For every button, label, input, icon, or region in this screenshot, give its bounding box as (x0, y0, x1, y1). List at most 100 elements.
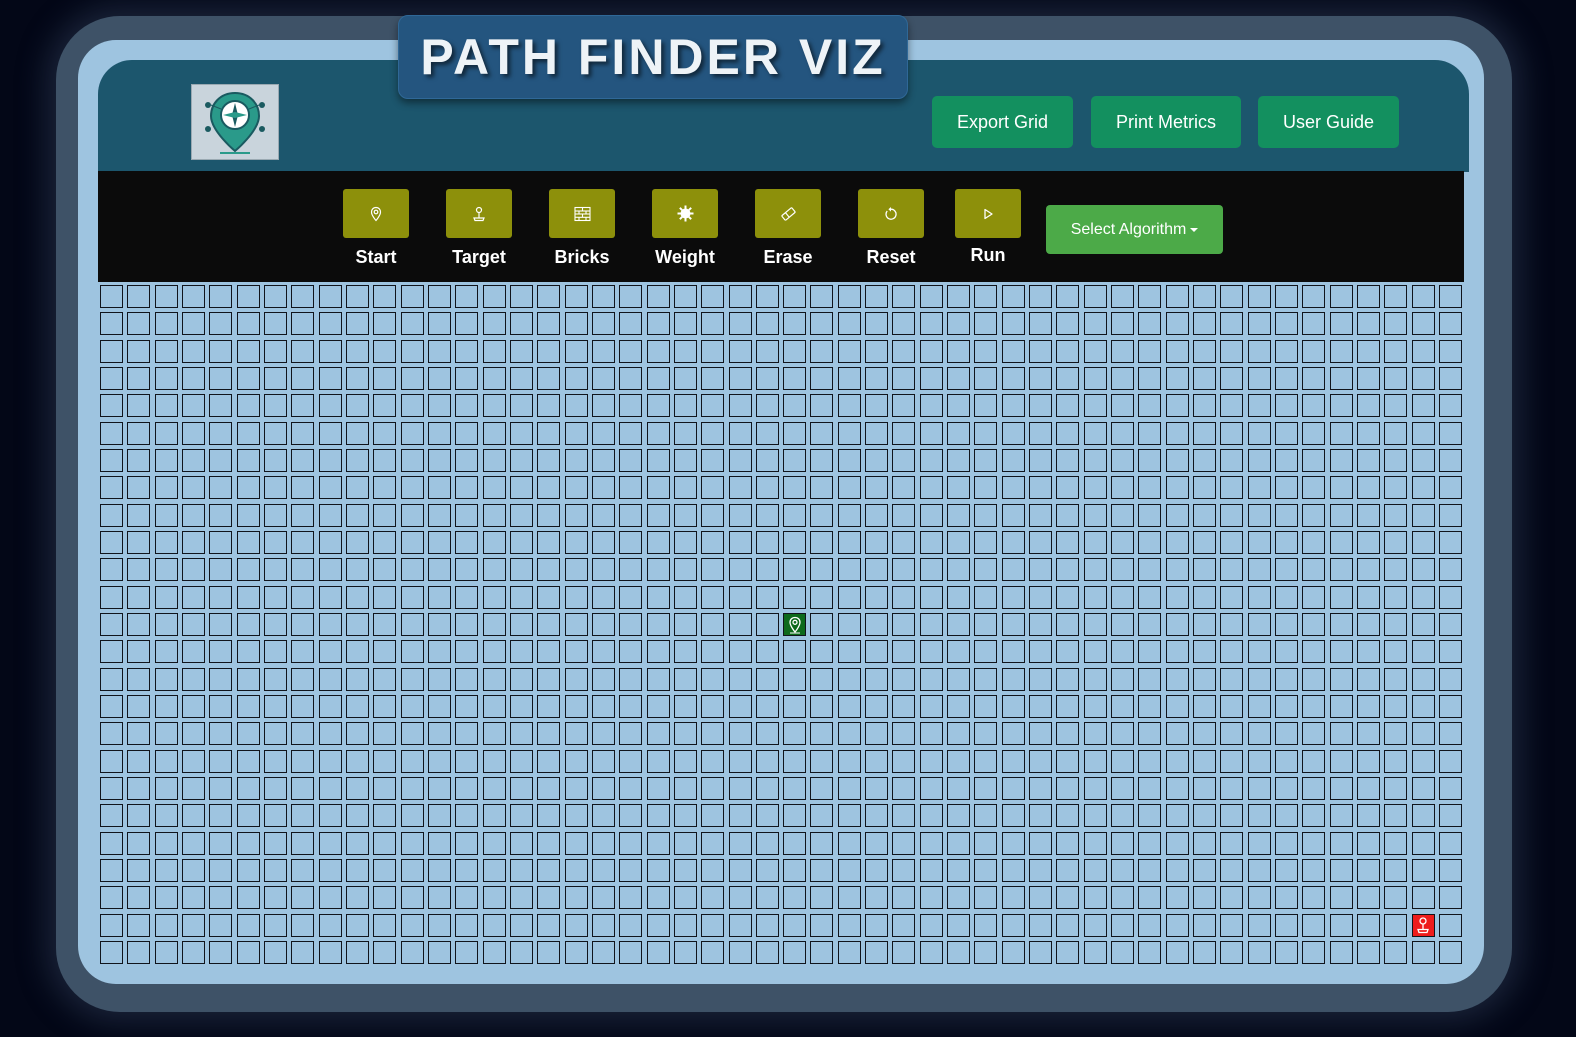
grid-cell[interactable] (1029, 749, 1053, 773)
grid-cell[interactable] (701, 749, 725, 773)
grid-cell[interactable] (1356, 421, 1380, 445)
grid-cell[interactable] (509, 449, 533, 473)
grid-cell[interactable] (1302, 913, 1326, 937)
grid-cell[interactable] (728, 585, 752, 609)
grid-cell[interactable] (1302, 694, 1326, 718)
grid-cell[interactable] (373, 476, 397, 500)
grid-cell[interactable] (318, 640, 342, 664)
grid-cell[interactable] (127, 694, 151, 718)
start-node[interactable] (783, 613, 807, 636)
grid-cell[interactable] (1247, 722, 1271, 746)
grid-cell[interactable] (373, 285, 397, 309)
grid-cell[interactable] (1138, 613, 1162, 636)
grid-cell[interactable] (865, 421, 889, 445)
grid-cell[interactable] (1001, 585, 1025, 609)
grid-cell[interactable] (728, 503, 752, 527)
grid-cell[interactable] (236, 558, 260, 582)
grid-cell[interactable] (127, 449, 151, 473)
grid-cell[interactable] (892, 531, 916, 555)
grid-cell[interactable] (837, 804, 861, 828)
grid-cell[interactable] (209, 886, 233, 910)
grid-cell[interactable] (892, 613, 916, 636)
grid-cell[interactable] (919, 613, 943, 636)
grid-cell[interactable] (783, 886, 807, 910)
grid-cell[interactable] (346, 913, 370, 937)
grid-cell[interactable] (783, 394, 807, 418)
grid-cell[interactable] (455, 503, 479, 527)
grid-cell[interactable] (1329, 831, 1353, 855)
grid-cell[interactable] (564, 476, 588, 500)
grid-cell[interactable] (947, 940, 971, 964)
grid-cell[interactable] (482, 367, 506, 391)
grid-cell[interactable] (1138, 339, 1162, 363)
grid-cell[interactable] (1356, 640, 1380, 664)
grid-cell[interactable] (1247, 531, 1271, 555)
grid-cell[interactable] (291, 886, 315, 910)
grid-cell[interactable] (373, 722, 397, 746)
grid-cell[interactable] (1165, 831, 1189, 855)
grid-cell[interactable] (1220, 749, 1244, 773)
grid-cell[interactable] (100, 476, 124, 500)
grid-cell[interactable] (1356, 749, 1380, 773)
grid-cell[interactable] (291, 367, 315, 391)
grid-cell[interactable] (1356, 394, 1380, 418)
grid-cell[interactable] (291, 421, 315, 445)
grid-cell[interactable] (182, 339, 206, 363)
grid-cell[interactable] (182, 613, 206, 636)
grid-cell[interactable] (619, 421, 643, 445)
grid-cell[interactable] (591, 694, 615, 718)
grid-cell[interactable] (701, 476, 725, 500)
grid-cell[interactable] (154, 285, 178, 309)
grid-cell[interactable] (1329, 449, 1353, 473)
grid-cell[interactable] (783, 312, 807, 336)
grid-cell[interactable] (1083, 776, 1107, 800)
grid-cell[interactable] (428, 503, 451, 527)
grid-cell[interactable] (947, 722, 971, 746)
grid-cell[interactable] (1302, 421, 1326, 445)
grid-cell[interactable] (1192, 749, 1216, 773)
grid-cell[interactable] (1001, 804, 1025, 828)
grid-cell[interactable] (673, 667, 697, 691)
grid-cell[interactable] (591, 585, 615, 609)
grid-cell[interactable] (1274, 694, 1298, 718)
grid-cell[interactable] (1056, 722, 1080, 746)
grid-cell[interactable] (1274, 749, 1298, 773)
grid-cell[interactable] (837, 749, 861, 773)
grid-cell[interactable] (264, 558, 288, 582)
grid-cell[interactable] (428, 913, 451, 937)
grid-cell[interactable] (509, 667, 533, 691)
grid-cell[interactable] (1111, 667, 1134, 691)
grid-cell[interactable] (1138, 503, 1162, 527)
grid-cell[interactable] (728, 831, 752, 855)
grid-cell[interactable] (154, 339, 178, 363)
grid-cell[interactable] (892, 367, 916, 391)
grid-cell[interactable] (100, 503, 124, 527)
grid-cell[interactable] (509, 558, 533, 582)
grid-cell[interactable] (810, 722, 834, 746)
grid-cell[interactable] (209, 476, 233, 500)
grid-cell[interactable] (154, 613, 178, 636)
grid-cell[interactable] (154, 913, 178, 937)
grid-cell[interactable] (1220, 913, 1244, 937)
grid-cell[interactable] (182, 913, 206, 937)
grid-cell[interactable] (892, 940, 916, 964)
start-button[interactable] (343, 189, 409, 238)
grid-cell[interactable] (837, 285, 861, 309)
grid-cell[interactable] (1384, 613, 1408, 636)
grid-cell[interactable] (892, 585, 916, 609)
grid-cell[interactable] (1274, 913, 1298, 937)
grid-cell[interactable] (1302, 858, 1326, 882)
grid-cell[interactable] (236, 858, 260, 882)
grid-cell[interactable] (209, 394, 233, 418)
grid-cell[interactable] (1220, 613, 1244, 636)
grid-cell[interactable] (701, 421, 725, 445)
grid-cell[interactable] (564, 531, 588, 555)
grid-cell[interactable] (1083, 585, 1107, 609)
grid-cell[interactable] (346, 503, 370, 527)
grid-cell[interactable] (1165, 749, 1189, 773)
grid-cell[interactable] (1274, 339, 1298, 363)
grid-cell[interactable] (182, 804, 206, 828)
grid-cell[interactable] (1056, 476, 1080, 500)
grid-cell[interactable] (810, 285, 834, 309)
bricks-button[interactable] (549, 189, 615, 238)
